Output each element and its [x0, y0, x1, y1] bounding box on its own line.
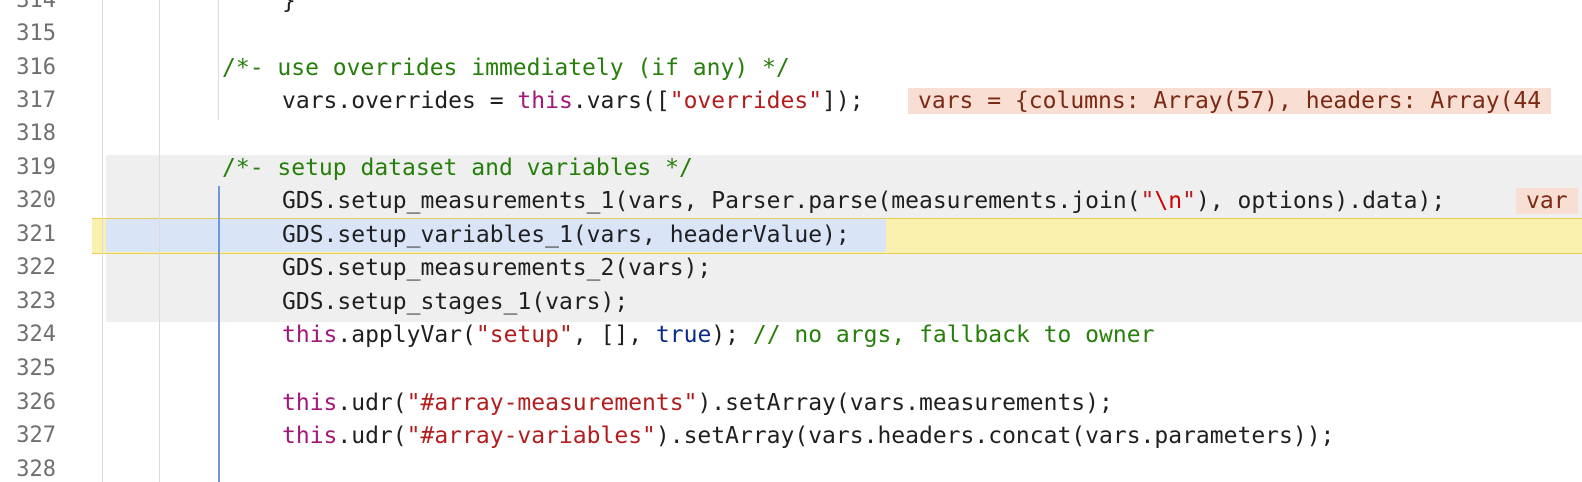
code-line[interactable]: 327 this.udr("#array-variables").setArra…: [0, 419, 1582, 453]
string-token: "#array-variables": [406, 423, 656, 449]
code-token: GDS.setup_measurements_1(vars, Parser.pa…: [282, 188, 1141, 214]
code-token: vars.overrides =: [282, 88, 518, 114]
code-line[interactable]: 324 this.applyVar("setup", [], true); //…: [0, 318, 1582, 352]
code-token: ]);: [822, 88, 864, 114]
line-number[interactable]: 314: [0, 0, 56, 18]
code-token: .udr(: [337, 423, 407, 449]
string-token: "overrides": [669, 88, 823, 114]
comment: /*- use overrides immediately (if any) *…: [222, 55, 790, 81]
comment: /*- setup dataset and variables */: [222, 155, 693, 181]
code-line[interactable]: 319 /*- setup dataset and variables */: [0, 151, 1582, 185]
code-line[interactable]: 326 this.udr("#array-measurements").setA…: [0, 386, 1582, 420]
line-number[interactable]: 321: [0, 218, 56, 252]
code-line[interactable]: 318: [0, 117, 1582, 151]
literal-token: true: [655, 322, 712, 348]
line-number[interactable]: 320: [0, 184, 56, 218]
code-text: GDS.setup_measurements_1(vars, Parser.pa…: [282, 184, 1445, 218]
line-number[interactable]: 317: [0, 84, 56, 118]
keyword-token: this: [282, 390, 338, 416]
code-editor[interactable]: 314 } 315 316 /*- use overrides immediat…: [0, 0, 1582, 482]
line-number[interactable]: 323: [0, 285, 56, 319]
code-token: , [],: [572, 322, 656, 348]
line-number[interactable]: 319: [0, 151, 56, 185]
line-number[interactable]: 315: [0, 17, 56, 51]
inline-debug-value[interactable]: vars = {columns: Array(57), headers: Arr…: [908, 88, 1552, 114]
escape-token: \n: [1154, 188, 1183, 214]
line-number[interactable]: 322: [0, 251, 56, 285]
string-token: "setup": [475, 322, 573, 348]
comment: // no args, fallback to owner: [752, 322, 1155, 348]
code-line[interactable]: 316 /*- use overrides immediately (if an…: [0, 51, 1582, 85]
keyword-token: this: [282, 423, 338, 449]
code-line[interactable]: 322 GDS.setup_measurements_2(vars);: [0, 251, 1582, 285]
string-token: "#array-measurements": [406, 390, 698, 416]
line-number[interactable]: 327: [0, 419, 56, 453]
code-line[interactable]: 320 GDS.setup_measurements_1(vars, Parse…: [0, 184, 1582, 218]
code-token: .vars([: [572, 88, 670, 114]
string-token: ": [1182, 188, 1196, 214]
keyword-token: this: [282, 322, 338, 348]
code-text: }: [282, 0, 296, 18]
code-text: this.udr("#array-variables").setArray(va…: [282, 419, 1334, 453]
code-token: ).setArray(vars.headers.concat(vars.para…: [655, 423, 1335, 449]
code-token: ), options).data);: [1195, 188, 1446, 214]
code-line-current[interactable]: 321 GDS.setup_variables_1(vars, headerVa…: [0, 218, 1582, 252]
code-token: GDS.setup_variables_1(vars, headerValue)…: [282, 222, 850, 248]
brace: }: [282, 0, 296, 14]
code-text: GDS.setup_measurements_2(vars);: [282, 251, 711, 285]
code-text: this.udr("#array-measurements").setArray…: [282, 386, 1113, 420]
line-number[interactable]: 326: [0, 386, 56, 420]
inline-debug-value[interactable]: var: [1516, 188, 1578, 214]
code-text: GDS.setup_variables_1(vars, headerValue)…: [282, 218, 850, 252]
code-line[interactable]: 314 }: [0, 0, 1582, 18]
code-token: );: [711, 322, 753, 348]
line-number[interactable]: 316: [0, 51, 56, 85]
code-line[interactable]: 325: [0, 352, 1582, 386]
line-number[interactable]: 328: [0, 453, 56, 482]
code-line[interactable]: 317 vars.overrides = this.vars(["overrid…: [0, 84, 1582, 118]
string-token: ": [1140, 188, 1155, 214]
keyword-token: this: [517, 88, 573, 114]
code-token: ).setArray(vars.measurements);: [697, 390, 1113, 416]
code-token: .udr(: [337, 390, 407, 416]
code-text: /*- use overrides immediately (if any) *…: [222, 51, 790, 85]
line-number[interactable]: 318: [0, 117, 56, 151]
line-number[interactable]: 324: [0, 318, 56, 352]
code-text: vars.overrides = this.vars(["overrides"]…: [282, 84, 864, 118]
code-text: /*- setup dataset and variables */: [222, 151, 693, 185]
code-line[interactable]: 328: [0, 453, 1582, 482]
code-text: GDS.setup_stages_1(vars);: [282, 285, 628, 319]
code-token: GDS.setup_measurements_2(vars);: [282, 255, 712, 281]
code-token: GDS.setup_stages_1(vars);: [282, 289, 629, 315]
code-line[interactable]: 323 GDS.setup_stages_1(vars);: [0, 285, 1582, 319]
code-line[interactable]: 315: [0, 17, 1582, 51]
code-token: .applyVar(: [337, 322, 476, 348]
line-number[interactable]: 325: [0, 352, 56, 386]
code-text: this.applyVar("setup", [], true); // no …: [282, 318, 1154, 352]
